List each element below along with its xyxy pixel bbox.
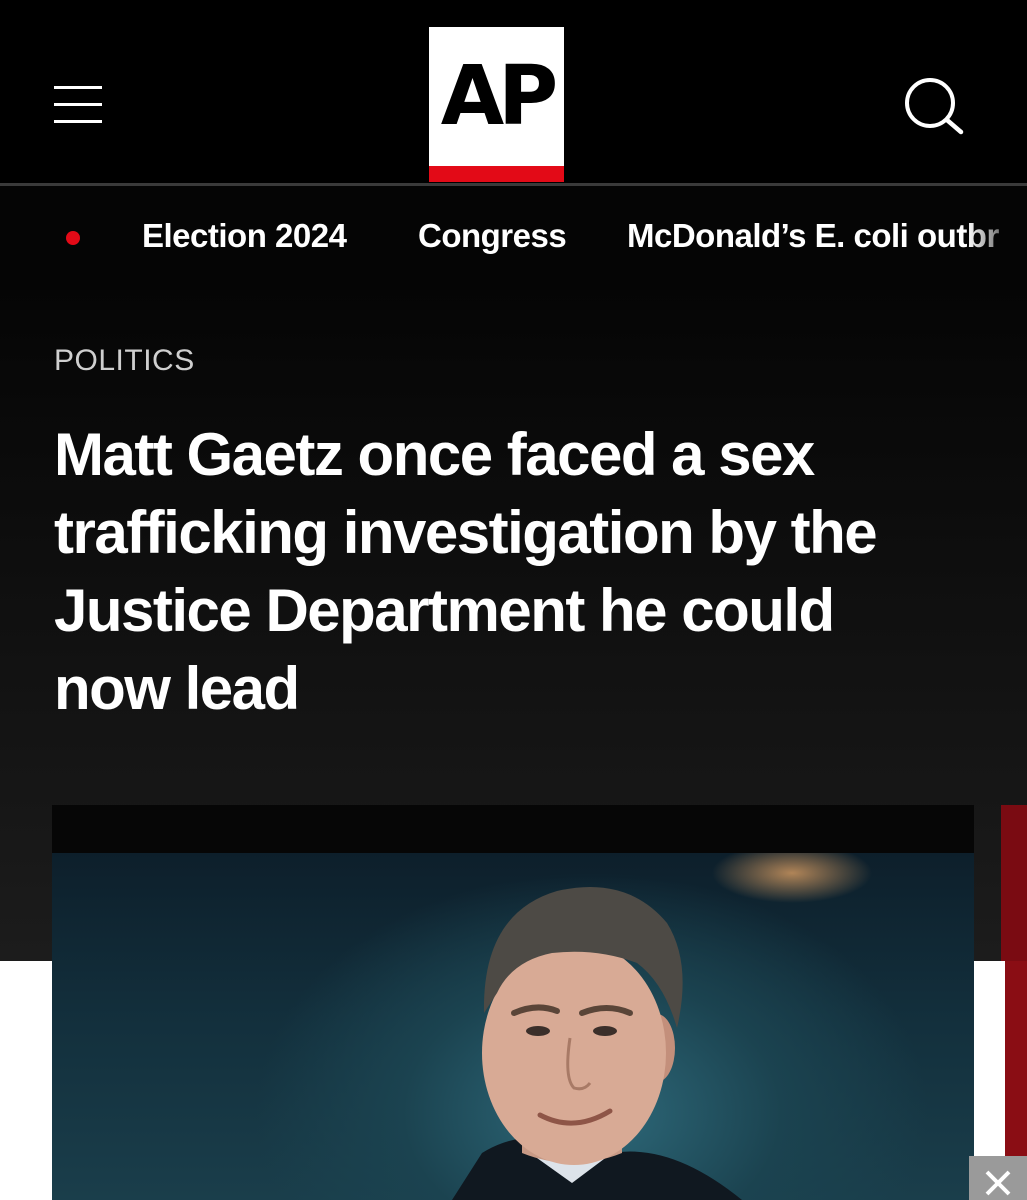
- nav-item-congress[interactable]: Congress: [418, 212, 567, 260]
- search-icon[interactable]: [900, 74, 966, 140]
- article-headline: Matt Gaetz once faced a sex trafficking …: [54, 421, 878, 722]
- nav-scroll-fade: [967, 186, 1027, 288]
- ap-logo-red-bar: [429, 166, 564, 182]
- ap-logo[interactable]: AP: [429, 27, 564, 182]
- right-ad-rail-top: [1001, 805, 1027, 961]
- page: AP Election 2024 Congress McDonald’s E. …: [0, 0, 1027, 1200]
- section-kicker[interactable]: POLITICS: [54, 344, 195, 378]
- ap-logo-text: AP: [440, 49, 559, 144]
- portrait-illustration: [452, 887, 742, 1200]
- nav-item-election-2024[interactable]: Election 2024: [142, 212, 347, 260]
- article-lead-media[interactable]: [52, 805, 974, 1200]
- close-icon[interactable]: [969, 1156, 1027, 1200]
- site-header: AP: [0, 0, 1027, 183]
- hamburger-menu-icon[interactable]: [54, 86, 102, 124]
- trending-nav: Election 2024 Congress McDonald’s E. col…: [0, 186, 1027, 288]
- red-dot-icon: [66, 231, 80, 245]
- nav-item-mcdonalds-e-coli[interactable]: McDonald’s E. coli outbr: [627, 212, 999, 260]
- photo-of-matt-gaetz: [52, 853, 974, 1200]
